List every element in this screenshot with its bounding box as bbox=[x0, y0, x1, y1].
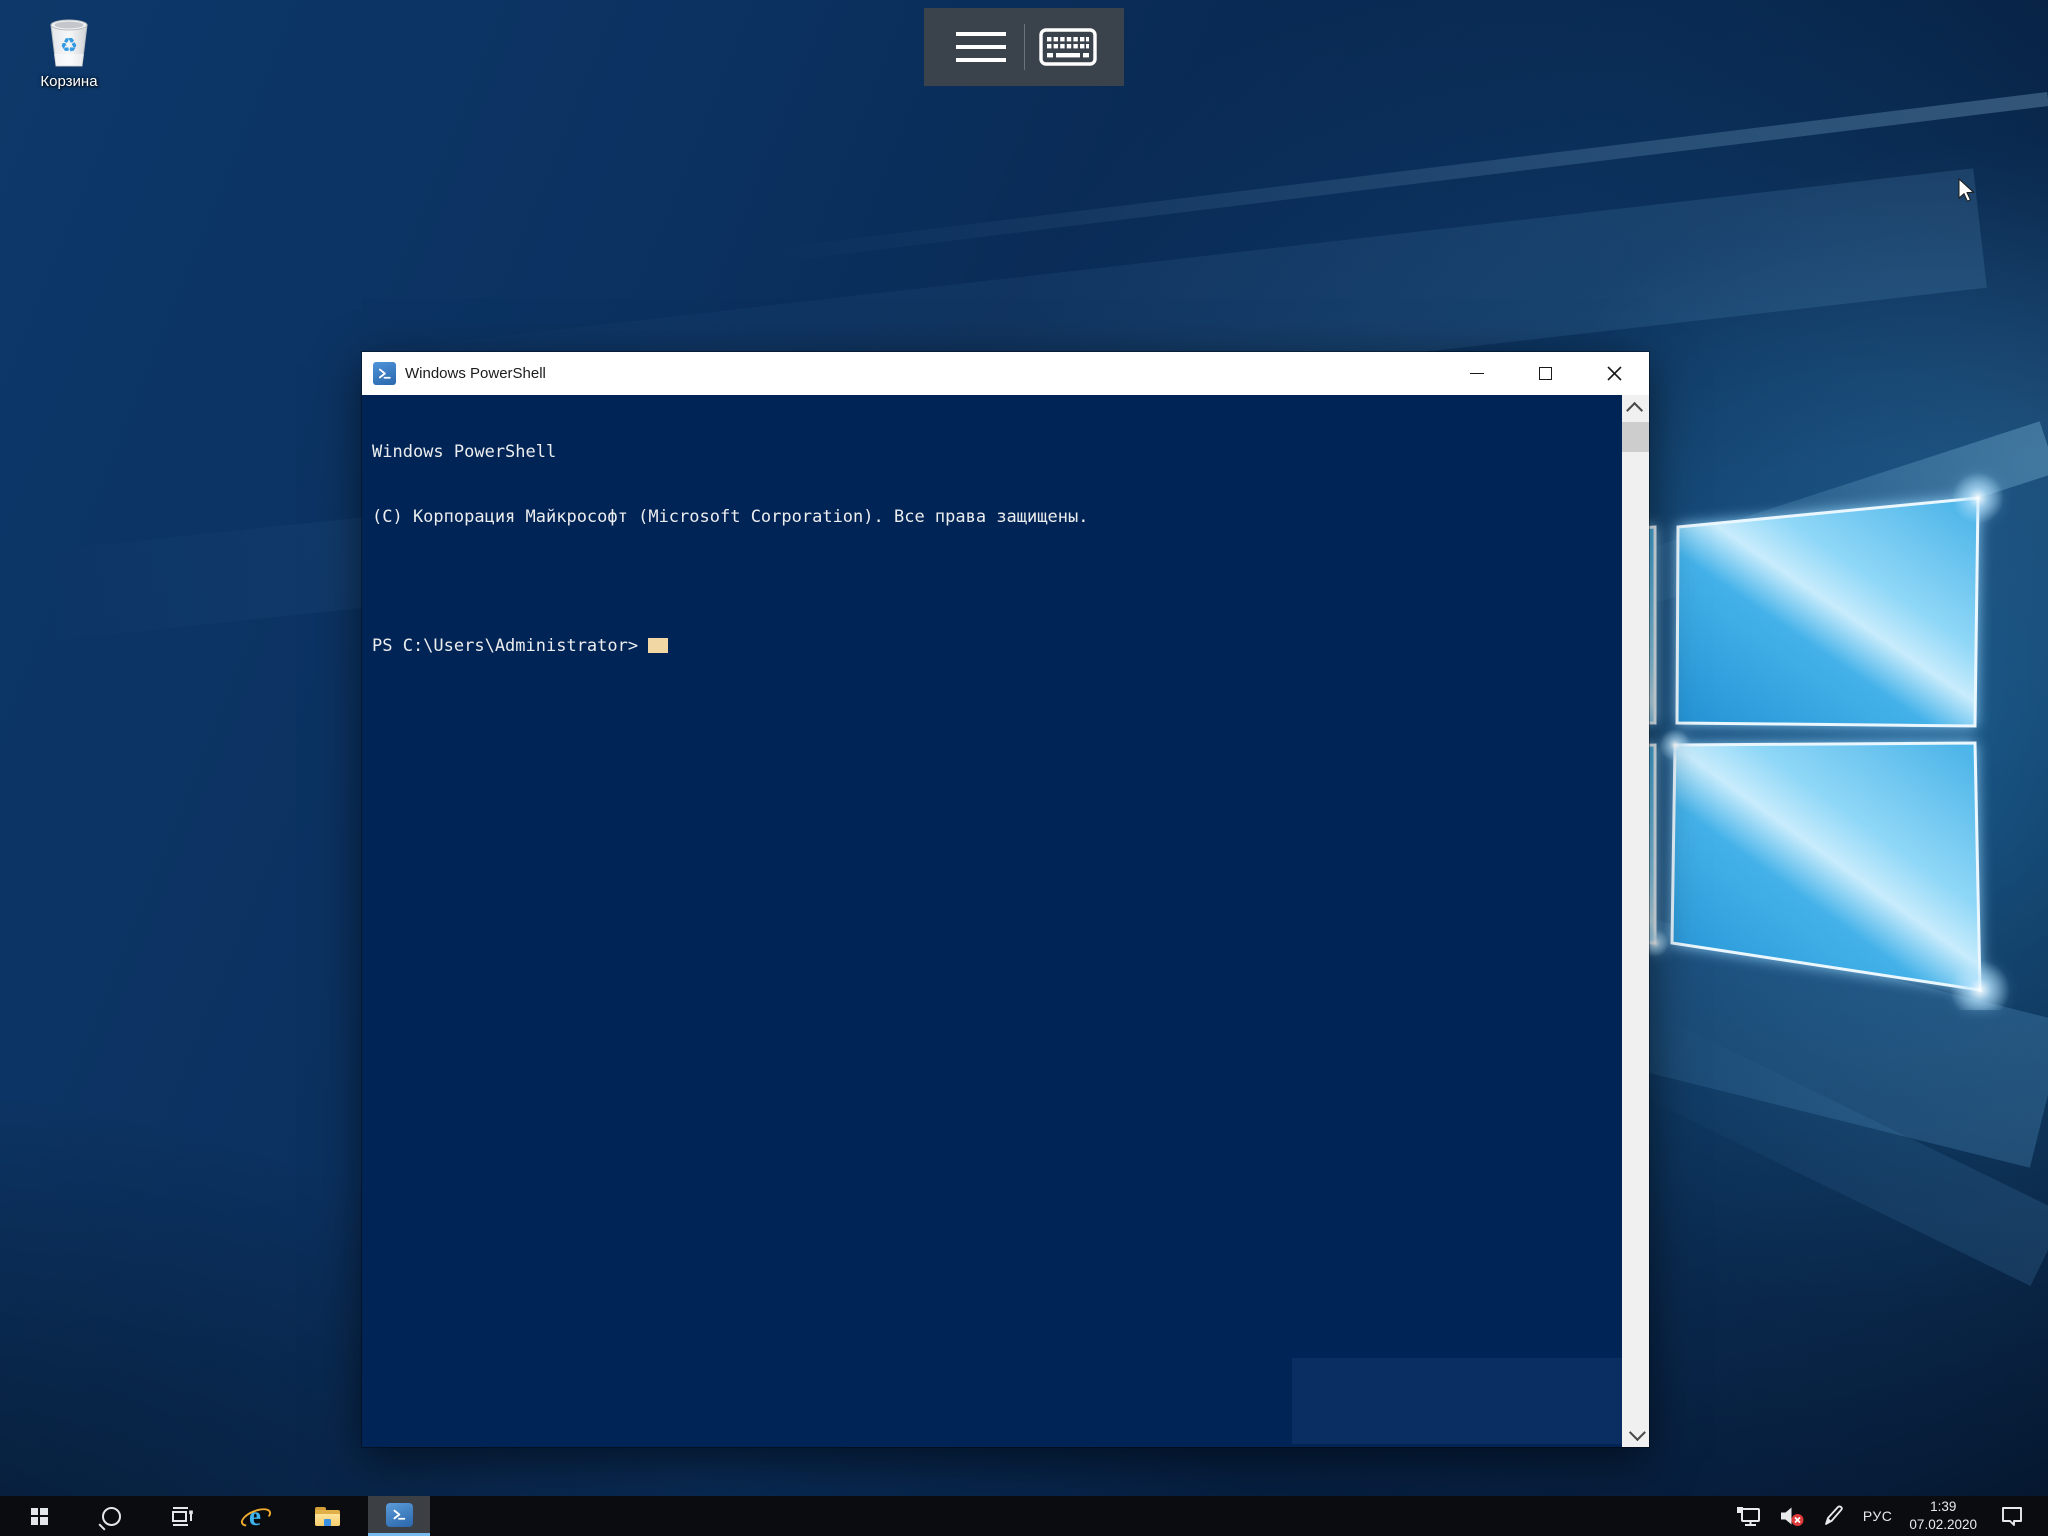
language-indicator[interactable]: РУС bbox=[1863, 1508, 1893, 1524]
action-center-button[interactable] bbox=[2000, 1505, 2024, 1527]
console-toolbar bbox=[924, 8, 1124, 86]
search-icon bbox=[102, 1507, 121, 1526]
powershell-taskbar-button[interactable] bbox=[368, 1496, 430, 1536]
powershell-window: Windows PowerShell Windows PowerShell (C… bbox=[362, 352, 1649, 1447]
minimize-button[interactable] bbox=[1442, 352, 1511, 395]
file-explorer-button[interactable] bbox=[296, 1496, 358, 1536]
recycle-bin-label: Корзина bbox=[40, 73, 97, 90]
console-line: (C) Корпорация Майкрософт (Microsoft Cor… bbox=[372, 507, 1613, 529]
prompt-text: PS C:\Users\Administrator> bbox=[372, 636, 648, 656]
scrollbar-thumb[interactable] bbox=[1622, 422, 1649, 452]
task-view-icon bbox=[170, 1504, 196, 1528]
console-output: Windows PowerShell (C) Корпорация Майкро… bbox=[372, 399, 1613, 700]
start-button[interactable] bbox=[8, 1496, 70, 1536]
svg-text:♻: ♻ bbox=[60, 33, 78, 57]
recycle-bin-icon: ♻ bbox=[43, 10, 95, 70]
internet-explorer-icon: e bbox=[241, 1503, 269, 1529]
clock[interactable]: 1:39 07.02.2020 bbox=[1909, 1498, 1977, 1533]
window-title: Windows PowerShell bbox=[405, 365, 546, 382]
powershell-icon bbox=[373, 362, 396, 385]
keyboard-icon bbox=[1039, 28, 1097, 66]
recycle-bin[interactable]: ♻ Корзина bbox=[14, 10, 124, 90]
console-blank-line bbox=[372, 571, 1613, 593]
console-body[interactable]: Windows PowerShell (C) Корпорация Майкро… bbox=[362, 395, 1649, 1447]
window-titlebar[interactable]: Windows PowerShell bbox=[362, 352, 1649, 395]
volume-muted-icon[interactable] bbox=[1779, 1505, 1805, 1527]
network-icon[interactable] bbox=[1735, 1505, 1762, 1527]
close-button[interactable] bbox=[1580, 352, 1649, 395]
minimize-icon bbox=[1470, 373, 1484, 374]
file-explorer-icon bbox=[315, 1507, 340, 1526]
clock-time: 1:39 bbox=[1909, 1498, 1977, 1516]
keyboard-button[interactable] bbox=[1025, 8, 1111, 86]
internet-explorer-button[interactable]: e bbox=[224, 1496, 286, 1536]
close-icon bbox=[1607, 366, 1622, 381]
render-artifact bbox=[1292, 1358, 1622, 1444]
maximize-icon bbox=[1539, 367, 1552, 380]
scrollbar-up-button[interactable] bbox=[1622, 395, 1649, 422]
clock-date: 07.02.2020 bbox=[1909, 1516, 1977, 1534]
maximize-button[interactable] bbox=[1511, 352, 1580, 395]
powershell-icon bbox=[386, 1503, 413, 1527]
console-line: Windows PowerShell bbox=[372, 442, 1613, 464]
scrollbar[interactable] bbox=[1622, 395, 1649, 1447]
console-cursor bbox=[648, 638, 668, 653]
windows-logo-icon bbox=[31, 1508, 48, 1525]
action-center-icon bbox=[2000, 1505, 2024, 1527]
hamburger-icon bbox=[956, 32, 1006, 62]
chevron-down-icon bbox=[1628, 1424, 1645, 1441]
search-button[interactable] bbox=[80, 1496, 142, 1536]
prompt-line: PS C:\Users\Administrator> bbox=[372, 636, 1613, 658]
pen-icon[interactable] bbox=[1822, 1504, 1846, 1528]
menu-button[interactable] bbox=[938, 8, 1024, 86]
scrollbar-down-button[interactable] bbox=[1622, 1420, 1649, 1447]
chevron-up-icon bbox=[1626, 401, 1643, 418]
taskbar: e bbox=[0, 1496, 2048, 1536]
task-view-button[interactable] bbox=[152, 1496, 214, 1536]
